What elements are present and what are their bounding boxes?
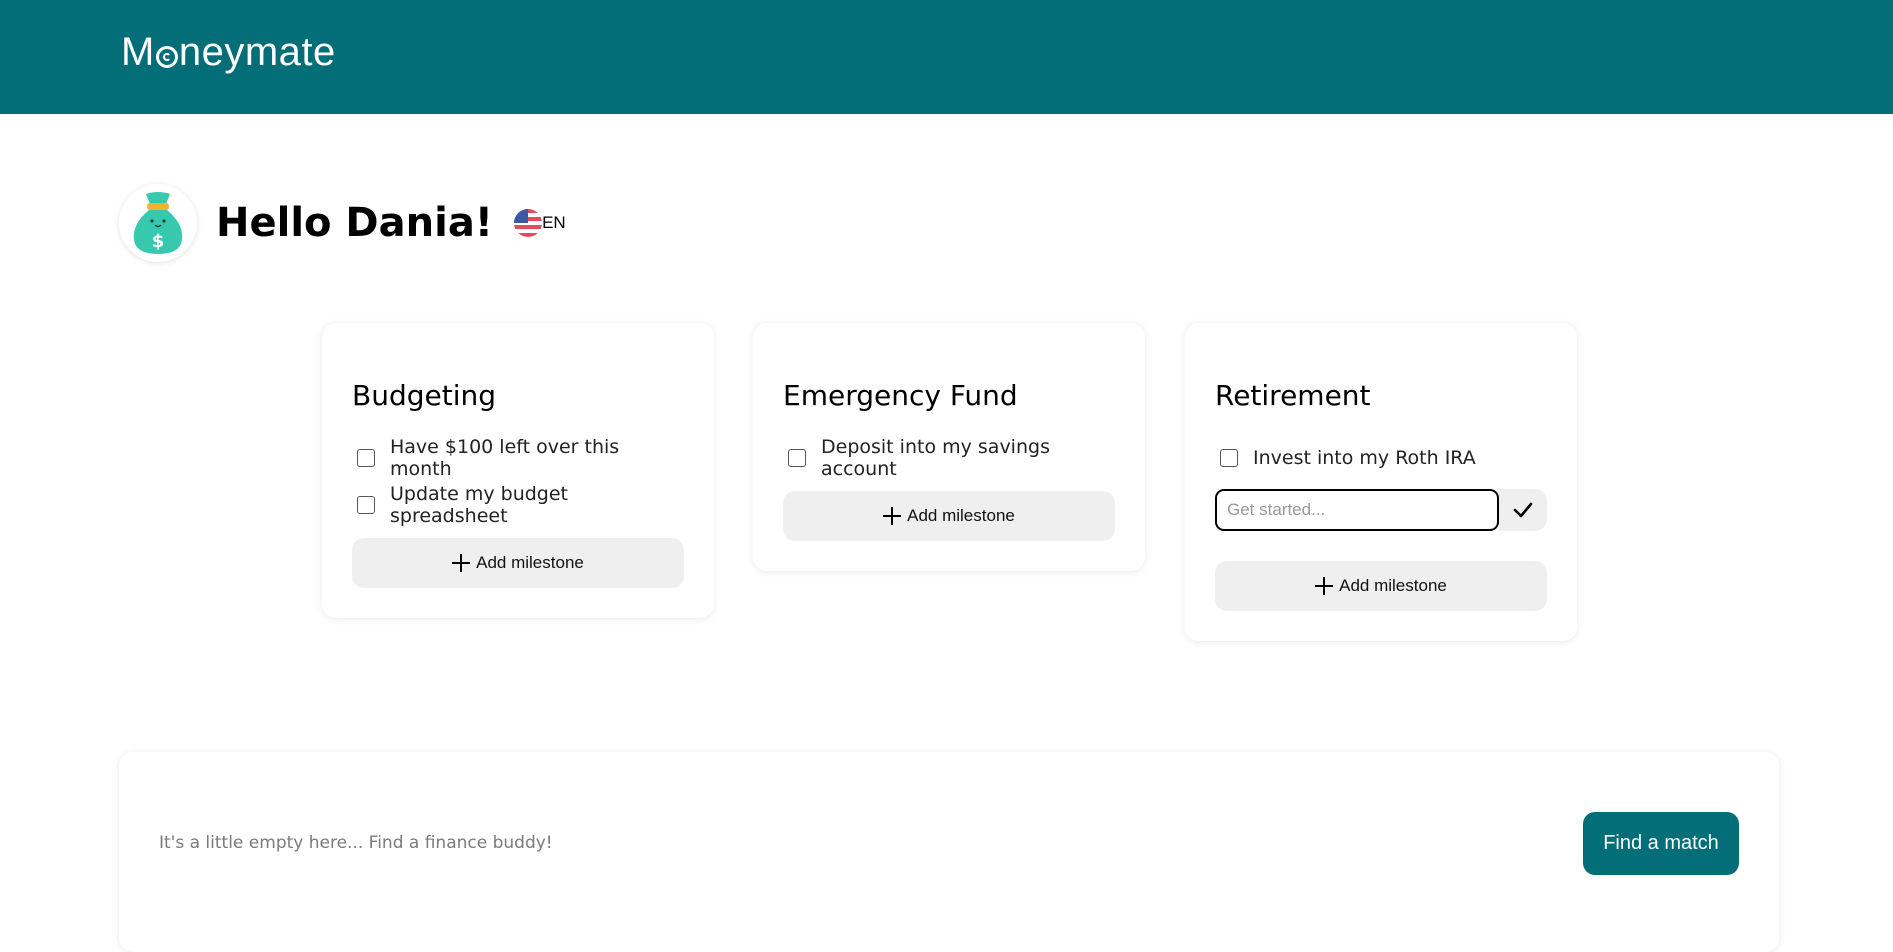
new-milestone-row (1215, 489, 1547, 531)
logo-text-start: M (121, 30, 155, 74)
milestone-label: Deposit into my savings account (821, 435, 1050, 480)
plus-icon (1315, 577, 1334, 595)
add-milestone-button[interactable]: Add milestone (1215, 561, 1547, 611)
language-code: EN (542, 213, 566, 232)
svg-text:$: $ (152, 231, 165, 252)
milestone-label: Have $100 left over this month (390, 435, 620, 480)
milestone-label: Update my budget spreadsheet (390, 482, 569, 527)
plus-icon (883, 507, 902, 525)
add-milestone-label: Add milestone (1339, 576, 1447, 595)
milestone-item: Deposit into my savings account (783, 434, 1115, 481)
card-title: Budgeting (352, 379, 497, 412)
empty-state-text: It's a little empty here... Find a finan… (159, 833, 553, 853)
greeting-row: $ Hello Dania! EN (119, 184, 566, 262)
logo-text-end: neymate (178, 30, 336, 74)
new-milestone-input[interactable] (1215, 489, 1500, 531)
top-bar: M neymate (0, 0, 1893, 114)
money-bag-icon[interactable]: $ (119, 184, 197, 262)
goal-card-emergency-fund: Emergency Fund Deposit into my savings a… (753, 323, 1145, 571)
card-title: Emergency Fund (783, 379, 1018, 412)
finance-buddy-panel: It's a little empty here... Find a finan… (119, 752, 1779, 952)
checkmark-icon (1513, 502, 1533, 518)
milestone-checkbox[interactable] (357, 495, 375, 514)
add-milestone-button[interactable]: Add milestone (783, 491, 1115, 541)
greeting-title: Hello Dania! (216, 200, 494, 246)
find-match-button[interactable]: Find a match (1583, 812, 1739, 875)
language-selector[interactable]: EN (514, 209, 566, 237)
plus-icon (452, 554, 471, 572)
milestone-item: Have $100 left over this month (352, 434, 684, 481)
goal-card-retirement: Retirement Invest into my Roth IRA Add m… (1185, 323, 1577, 641)
add-milestone-label: Add milestone (907, 506, 1015, 525)
add-milestone-label: Add milestone (476, 553, 584, 572)
milestone-checkbox[interactable] (357, 448, 375, 467)
card-title: Retirement (1215, 379, 1371, 412)
confirm-milestone-button[interactable] (1499, 489, 1547, 531)
moneymate-logo[interactable]: M neymate (121, 30, 336, 75)
refresh-circle-icon (155, 45, 178, 68)
milestone-item: Invest into my Roth IRA (1215, 434, 1547, 481)
add-milestone-button[interactable]: Add milestone (352, 538, 684, 588)
us-flag-icon (514, 209, 543, 237)
milestone-checkbox[interactable] (1220, 448, 1238, 467)
milestone-label: Invest into my Roth IRA (1253, 446, 1476, 469)
milestone-item: Update my budget spreadsheet (352, 481, 684, 528)
goal-card-budgeting: Budgeting Have $100 left over this month… (322, 323, 714, 618)
milestone-checkbox[interactable] (788, 448, 806, 467)
